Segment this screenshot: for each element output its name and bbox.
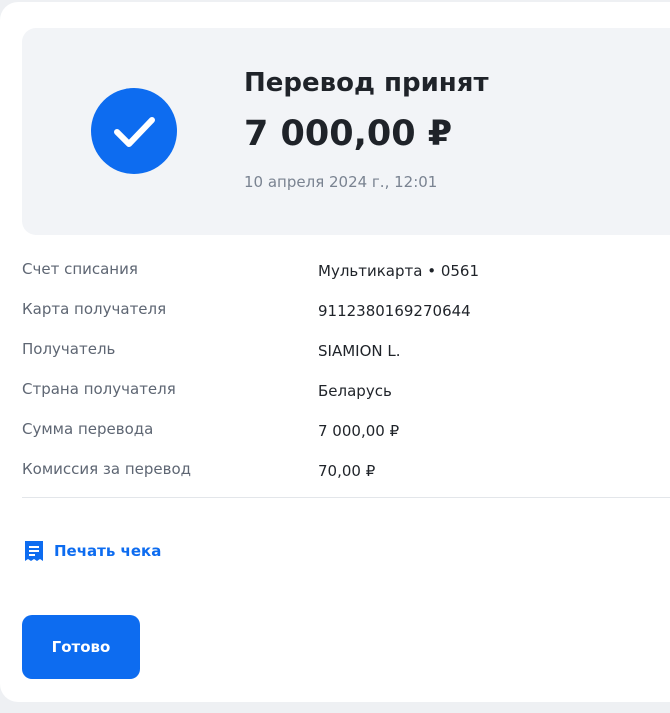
transfer-datetime: 10 апреля 2024 г., 12:01 — [244, 173, 438, 191]
receipt-icon — [22, 539, 46, 563]
detail-value-recipient-country: Беларусь — [318, 382, 392, 400]
done-button[interactable]: Готово — [22, 615, 140, 679]
page-title: Перевод принят — [244, 68, 489, 98]
detail-label-recipient-card: Карта получателя — [22, 300, 167, 318]
transfer-amount: 7 000,00 ₽ — [244, 114, 453, 154]
detail-value-transfer-amount: 7 000,00 ₽ — [318, 422, 400, 440]
print-receipt-link[interactable]: Печать чека — [22, 539, 161, 563]
detail-value-recipient: SIAMION L. — [318, 342, 401, 360]
print-receipt-label: Печать чека — [54, 542, 162, 560]
detail-label-recipient: Получатель — [22, 340, 116, 358]
detail-label-debit-account: Счет списания — [22, 260, 138, 278]
detail-value-debit-account: Мультикарта • 0561 — [318, 262, 479, 280]
detail-label-fee: Комиссия за перевод — [22, 460, 192, 478]
detail-value-recipient-card: 9112380169270644 — [318, 302, 471, 320]
details-divider — [22, 497, 670, 498]
detail-value-fee: 70,00 ₽ — [318, 462, 376, 480]
check-circle-icon — [91, 88, 177, 174]
detail-label-recipient-country: Страна получателя — [22, 380, 176, 398]
detail-label-transfer-amount: Сумма перевода — [22, 420, 154, 438]
